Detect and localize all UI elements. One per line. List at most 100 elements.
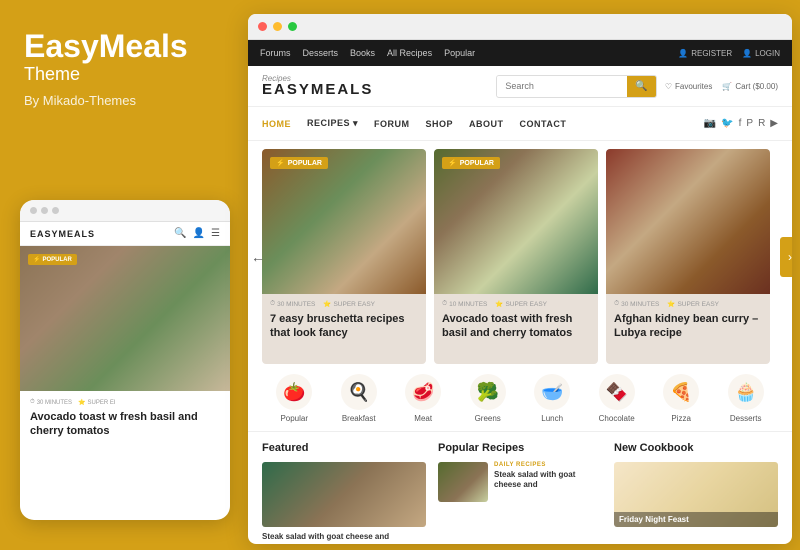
nav-home[interactable]: HOME — [262, 118, 291, 129]
site-logo-name: EASYMEALS — [262, 81, 373, 98]
card-meta-2: ⏱ 10 MINUTES ⭐ SUPER EASY — [442, 300, 590, 308]
category-lunch[interactable]: 🥣 Lunch — [534, 374, 570, 423]
greens-icon: 🥦 — [470, 374, 506, 410]
mobile-popular-badge: ⚡ POPULAR — [28, 254, 77, 265]
category-pizza-label: Pizza — [671, 414, 691, 423]
popular-recipe-image — [438, 462, 488, 502]
meat-icon: 🥩 — [405, 374, 441, 410]
left-panel: EasyMeals Theme By Mikado-Themes EASYMEA… — [0, 0, 248, 550]
cookbook-overlay: Friday Night Feast — [614, 512, 778, 527]
mobile-lightning-icon: ⚡ — [33, 256, 40, 263]
nav-recipes[interactable]: RECIPES ▾ — [307, 118, 358, 129]
top-nav-all-recipes[interactable]: All Recipes — [387, 48, 432, 58]
popular-recipe-info: DAILY RECIPES Steak salad with goat chee… — [494, 462, 602, 491]
category-pizza[interactable]: 🍕 Pizza — [663, 374, 699, 423]
register-icon: 👤 — [678, 49, 688, 58]
category-popular[interactable]: 🍅 Popular — [276, 374, 312, 423]
popular-recipe-item[interactable]: DAILY RECIPES Steak salad with goat chee… — [438, 462, 602, 502]
category-meat[interactable]: 🥩 Meat — [405, 374, 441, 423]
rss-icon[interactable]: R — [758, 118, 765, 129]
browser-chrome — [248, 14, 792, 40]
nav-arrow-right[interactable]: › — [780, 237, 792, 277]
cart-icon: 🛒 — [722, 82, 732, 91]
cookbook-book-title: Friday Night Feast — [619, 515, 773, 524]
recipe-card-2[interactable]: ⚡ POPULAR ⏱ 10 MINUTES ⭐ SUPER EASY Avoc… — [434, 149, 598, 364]
main-nav-left: HOME RECIPES ▾ FORUM SHOP ABOUT CONTACT — [262, 118, 566, 129]
mobile-user-icon: 👤 — [193, 228, 205, 239]
recipe-card-1[interactable]: ⚡ POPULAR ⏱ 30 MINUTES ⭐ SUPER EASY 7 ea… — [262, 149, 426, 364]
category-breakfast[interactable]: 🍳 Breakfast — [341, 374, 377, 423]
nav-shop[interactable]: SHOP — [426, 118, 454, 129]
card-info-3: ⏱ 30 MINUTES ⭐ SUPER EASY Afghan kidney … — [606, 294, 770, 347]
category-greens[interactable]: 🥦 Greens — [470, 374, 506, 423]
breakfast-icon: 🍳 — [341, 374, 377, 410]
nav-about[interactable]: ABOUT — [469, 118, 504, 129]
pizza-icon: 🍕 — [663, 374, 699, 410]
category-breakfast-label: Breakfast — [342, 414, 376, 423]
brand-title: EasyMeals — [24, 30, 224, 62]
login-button[interactable]: 👤 LOGIN — [742, 49, 780, 58]
top-nav-desserts[interactable]: Desserts — [303, 48, 339, 58]
card-title-2: Avocado toast with fresh basil and cherr… — [442, 312, 590, 341]
search-box: 🔍 — [496, 75, 656, 98]
card-meta-1: ⏱ 30 MINUTES ⭐ SUPER EASY — [270, 300, 418, 308]
cart-button[interactable]: 🛒 Cart ($0.00) — [722, 82, 778, 91]
top-nav-forums[interactable]: Forums — [260, 48, 291, 58]
pinterest-icon[interactable]: P — [746, 118, 753, 129]
nav-forum[interactable]: FORUM — [374, 118, 410, 129]
facebook-icon[interactable]: f — [739, 118, 742, 129]
mobile-dot-2 — [41, 207, 48, 214]
brand-subtitle: Theme — [24, 64, 224, 85]
browser-dot-red[interactable] — [258, 22, 267, 31]
mobile-meta: ⏱ 30 MINUTES ⭐ SUPER EI — [30, 399, 220, 406]
popular-badge-2: ⚡ POPULAR — [442, 157, 500, 169]
nav-arrow-left[interactable]: ← — [248, 247, 268, 267]
instagram-icon[interactable]: 📷 — [704, 118, 716, 129]
site-logo-area: Recipes EASYMEALS — [262, 74, 373, 98]
login-icon: 👤 — [742, 49, 752, 58]
mobile-mockup: EASYMEALS 🔍 👤 ☰ ⚡ POPULAR ⏱ 30 MINUTES ⭐… — [20, 200, 230, 520]
top-nav-books[interactable]: Books — [350, 48, 375, 58]
mobile-menu-icon: ☰ — [211, 228, 220, 239]
popular-icon: 🍅 — [276, 374, 312, 410]
heart-icon: ♡ — [665, 82, 672, 91]
favourites-button[interactable]: ♡ Favourites — [665, 82, 713, 91]
lunch-icon: 🥣 — [534, 374, 570, 410]
nav-contact[interactable]: CONTACT — [520, 118, 567, 129]
twitter-icon[interactable]: 🐦 — [721, 118, 733, 129]
cookbook-image[interactable]: Friday Night Feast — [614, 462, 778, 527]
header-actions: ♡ Favourites 🛒 Cart ($0.00) — [665, 82, 778, 91]
category-desserts[interactable]: 🧁 Desserts — [728, 374, 764, 423]
browser-dot-green[interactable] — [288, 22, 297, 31]
mobile-dots — [20, 200, 230, 222]
top-nav-right: 👤 REGISTER 👤 LOGIN — [678, 49, 780, 58]
main-nav: HOME RECIPES ▾ FORUM SHOP ABOUT CONTACT … — [248, 107, 792, 141]
card-title-1: 7 easy bruschetta recipes that look fanc… — [270, 312, 418, 341]
card-image-3 — [606, 149, 770, 294]
lightning-icon-2: ⚡ — [448, 159, 457, 167]
search-input[interactable] — [497, 76, 627, 96]
chocolate-icon: 🍫 — [599, 374, 635, 410]
register-button[interactable]: 👤 REGISTER — [678, 49, 732, 58]
search-button[interactable]: 🔍 — [627, 76, 655, 97]
mobile-dot-1 — [30, 207, 37, 214]
category-lunch-label: Lunch — [541, 414, 563, 423]
top-nav-popular[interactable]: Popular — [444, 48, 475, 58]
category-chocolate[interactable]: 🍫 Chocolate — [599, 374, 635, 423]
search-area: 🔍 ♡ Favourites 🛒 Cart ($0.00) — [496, 75, 778, 98]
logo-search-bar: Recipes EASYMEALS 🔍 ♡ Favourites 🛒 Cart … — [248, 66, 792, 107]
popular-badge-1: ⚡ POPULAR — [270, 157, 328, 169]
new-cookbook-section: New Cookbook Friday Night Feast — [614, 442, 778, 542]
mobile-brand: EASYMEALS — [30, 229, 95, 239]
browser-dot-yellow[interactable] — [273, 22, 282, 31]
youtube-icon[interactable]: ▶ — [770, 118, 778, 129]
recipe-card-3[interactable]: ⏱ 30 MINUTES ⭐ SUPER EASY Afghan kidney … — [606, 149, 770, 364]
top-nav: Forums Desserts Books All Recipes Popula… — [248, 40, 792, 66]
mobile-image-area: ⚡ POPULAR — [20, 246, 230, 391]
card-info-2: ⏱ 10 MINUTES ⭐ SUPER EASY Avocado toast … — [434, 294, 598, 347]
bottom-sections: Featured Steak salad with goat cheese an… — [248, 432, 792, 542]
featured-section: Featured Steak salad with goat cheese an… — [262, 442, 426, 542]
categories-row: 🍅 Popular 🍳 Breakfast 🥩 Meat 🥦 Greens 🥣 … — [248, 364, 792, 432]
card-info-1: ⏱ 30 MINUTES ⭐ SUPER EASY 7 easy brusche… — [262, 294, 426, 347]
featured-image[interactable] — [262, 462, 426, 527]
